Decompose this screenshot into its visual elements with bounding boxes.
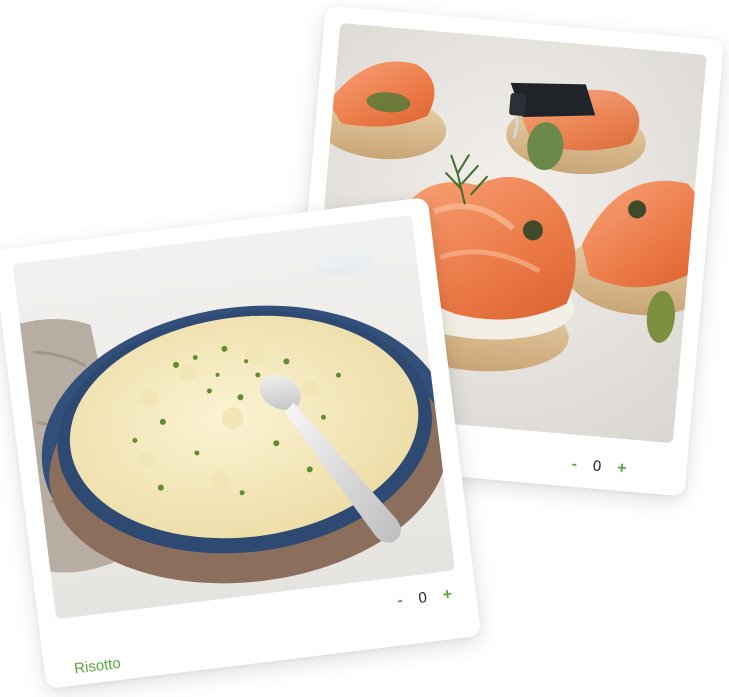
decrement-button[interactable]: -	[396, 592, 403, 610]
risotto-photo	[12, 215, 456, 620]
quantity-value: 0	[417, 589, 428, 607]
food-card-risotto: - 0 + Risotto	[0, 196, 482, 690]
quantity-stepper: - 0 +	[396, 585, 453, 610]
decrement-button[interactable]: -	[571, 455, 578, 472]
quantity-value: 0	[592, 457, 602, 476]
increment-button[interactable]: +	[442, 585, 453, 603]
quantity-stepper: - 0 +	[571, 455, 627, 478]
increment-button[interactable]: +	[616, 459, 627, 477]
dish-title: Risotto	[73, 654, 122, 678]
